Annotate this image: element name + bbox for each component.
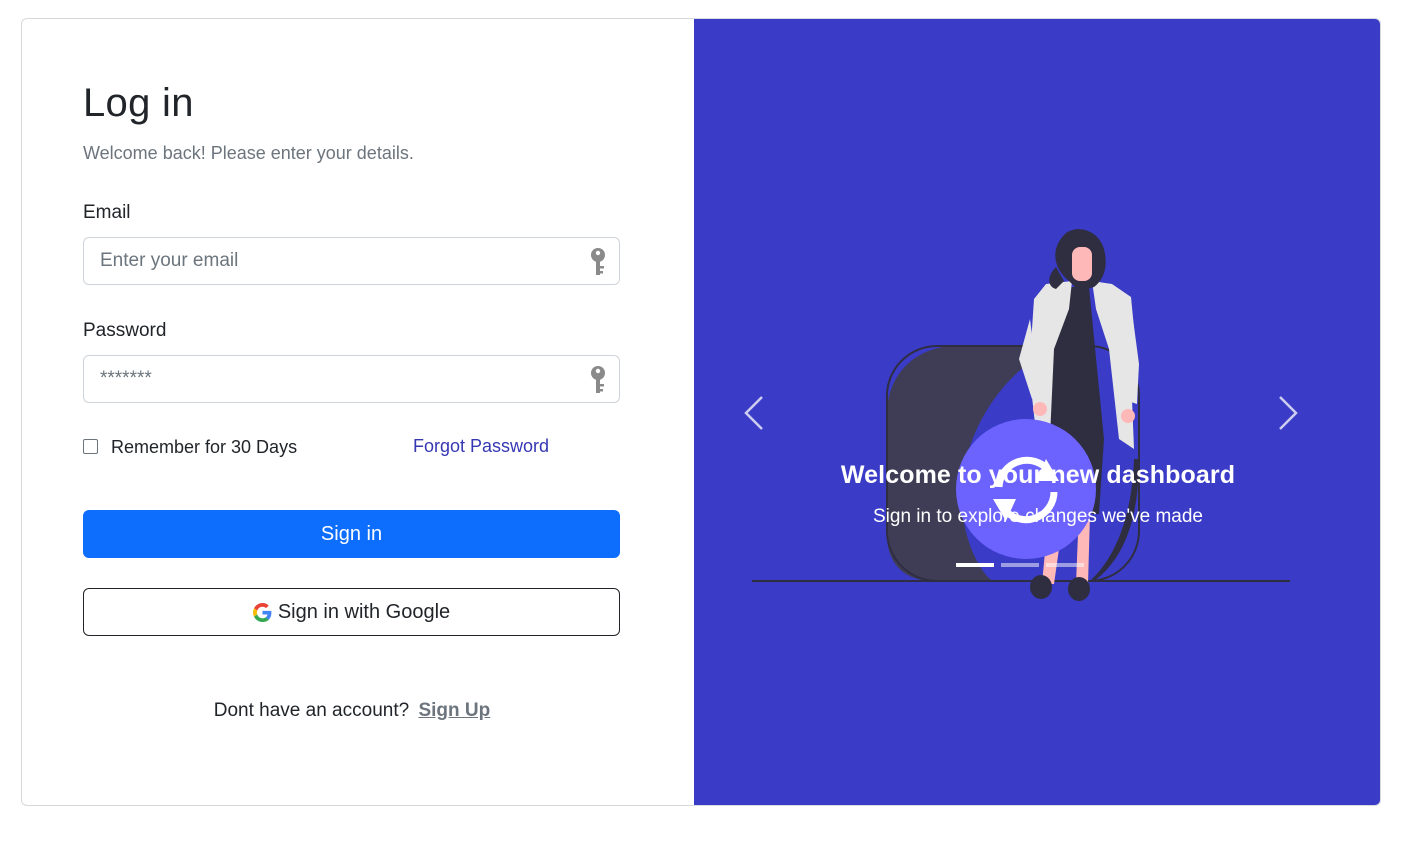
page-title: Log in	[83, 81, 194, 125]
forgot-password-link[interactable]: Forgot Password	[413, 436, 549, 457]
password-field[interactable]	[84, 356, 619, 402]
carousel-indicator-2[interactable]	[1001, 563, 1039, 567]
page-subtitle: Welcome back! Please enter your details.	[83, 143, 414, 163]
sign-in-button[interactable]: Sign in	[83, 510, 620, 558]
email-field-wrapper	[83, 237, 620, 285]
password-field-wrapper	[83, 355, 620, 403]
carousel-indicators	[956, 563, 1084, 567]
signup-row: Dont have an account? Sign Up	[22, 700, 682, 722]
login-card: Log in Welcome back! Please enter your d…	[21, 18, 1381, 806]
email-label: Email	[83, 202, 131, 223]
password-label: Password	[83, 320, 167, 341]
slide-text: Sign in to explore changes we've made	[873, 506, 1203, 527]
signup-prompt: Dont have an account?	[213, 700, 410, 721]
carousel-panel: Welcome to your new dashboard Sign in to…	[694, 19, 1380, 805]
google-icon	[252, 602, 272, 622]
remember-checkbox[interactable]	[83, 439, 98, 454]
google-sign-in-label: Sign in with Google	[277, 600, 451, 623]
carousel-caption: Welcome to your new dashboard Sign in to…	[694, 461, 1380, 528]
email-field[interactable]	[84, 238, 619, 284]
google-sign-in-button[interactable]: Sign in with Google	[83, 588, 620, 636]
chevron-left-icon[interactable]	[740, 391, 770, 435]
remember-row: Remember for 30 Days	[83, 437, 297, 458]
key-icon	[591, 248, 605, 275]
sign-up-link[interactable]: Sign Up	[418, 700, 490, 721]
chevron-right-icon[interactable]	[1272, 391, 1302, 435]
login-form-pane: Log in Welcome back! Please enter your d…	[22, 19, 694, 805]
carousel-indicator-3[interactable]	[1046, 563, 1084, 567]
carousel-indicator-1[interactable]	[956, 563, 994, 567]
key-icon	[591, 366, 605, 393]
remember-label: Remember for 30 Days	[111, 437, 298, 457]
slide-title: Welcome to your new dashboard	[840, 461, 1236, 489]
